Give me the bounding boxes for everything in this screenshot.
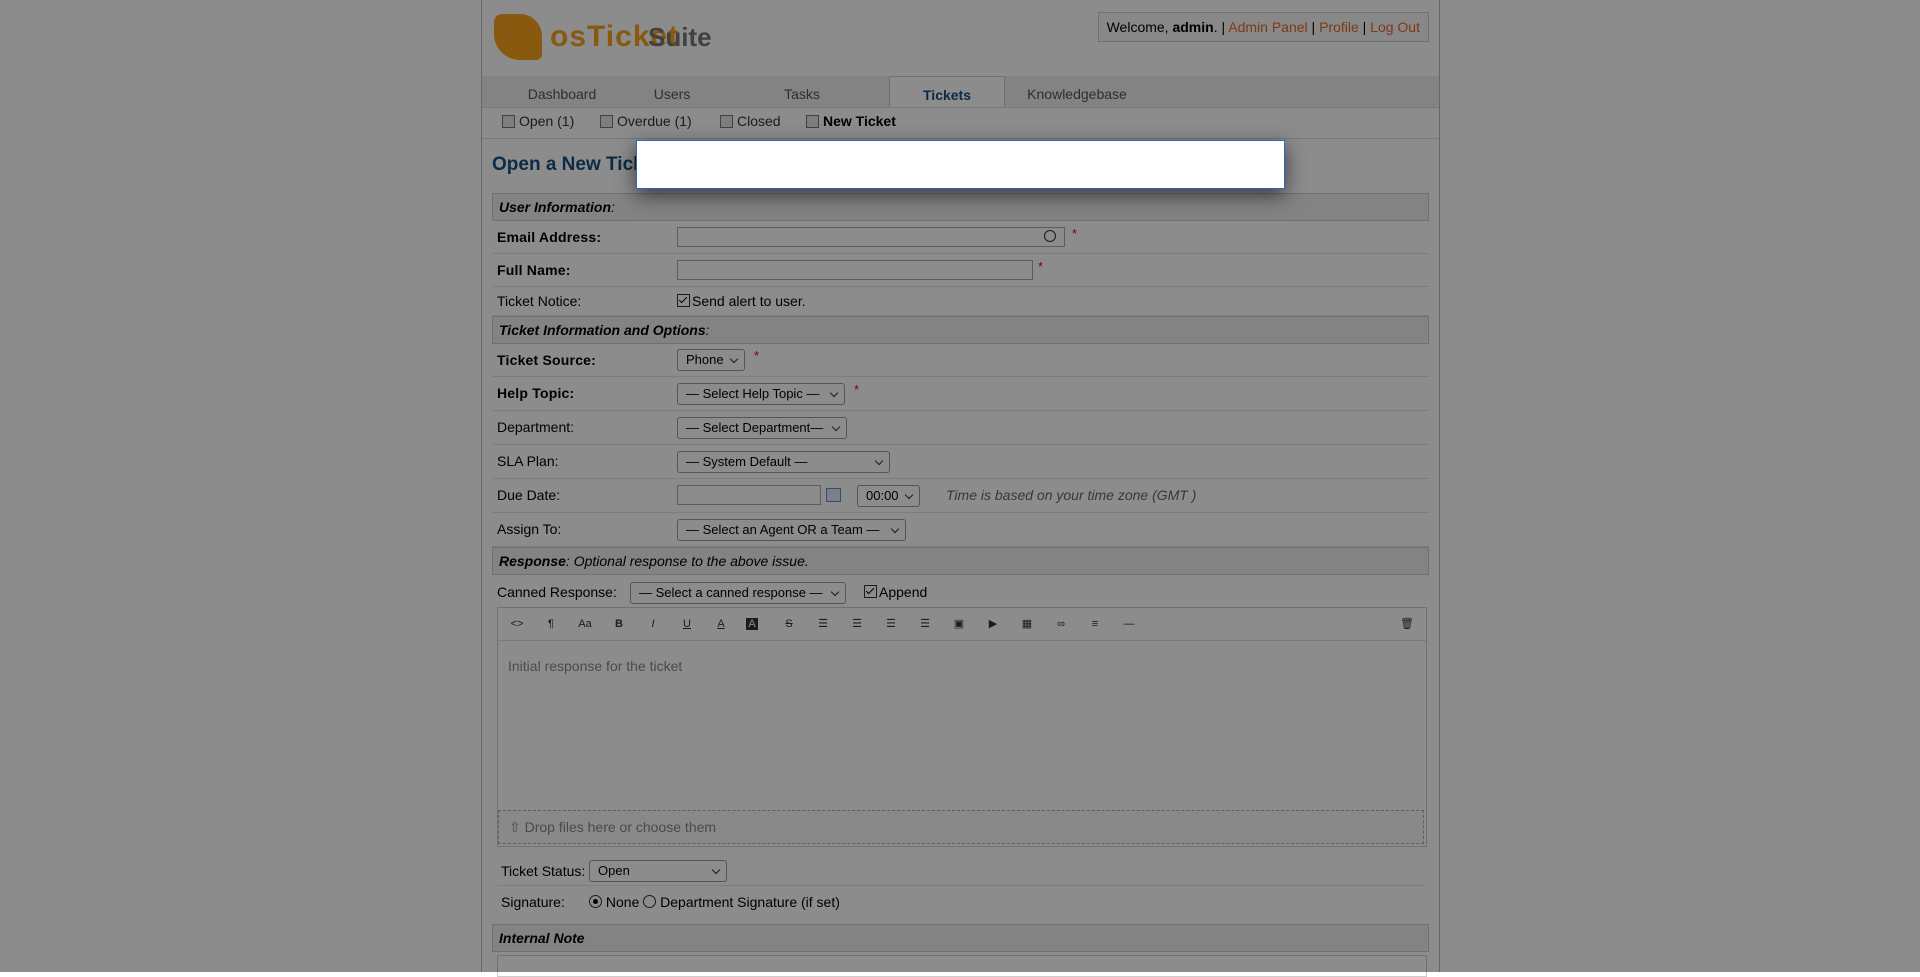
loading-dialog <box>636 140 1285 189</box>
